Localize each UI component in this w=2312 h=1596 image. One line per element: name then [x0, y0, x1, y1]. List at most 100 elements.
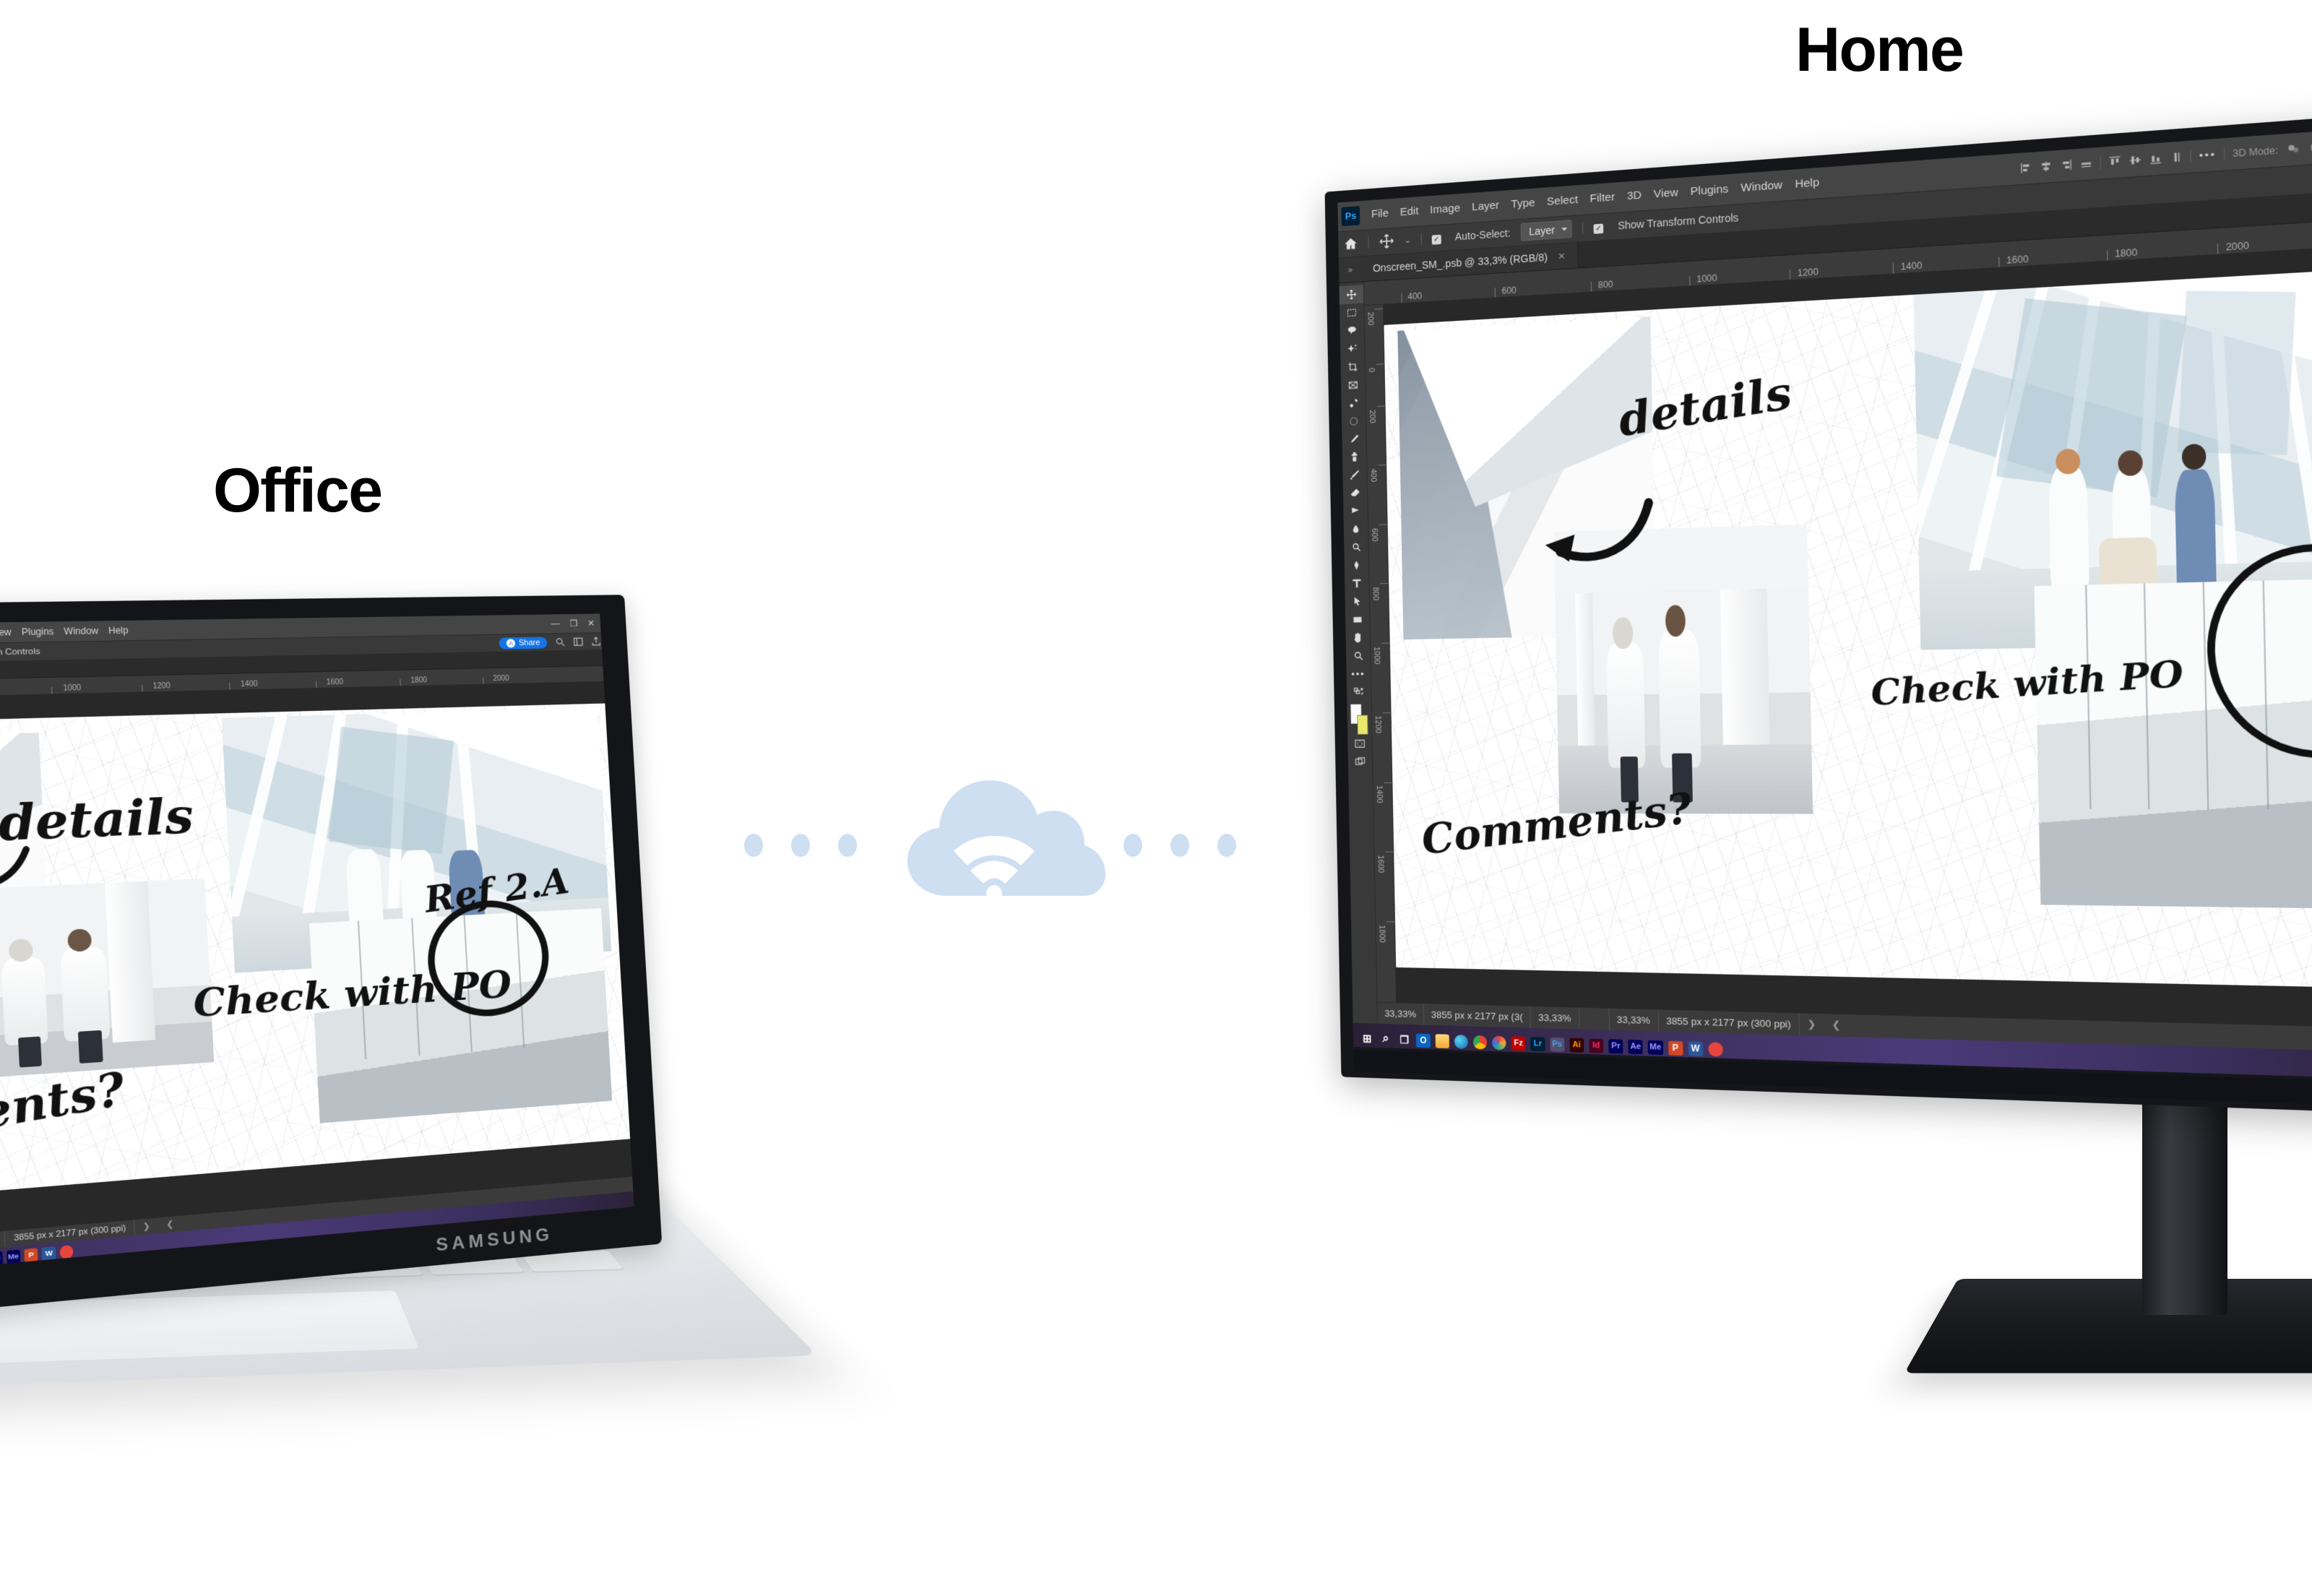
menu-item-select[interactable]: Select [1547, 194, 1578, 209]
powerpoint-icon[interactable]: P [24, 1248, 39, 1263]
zoom-level-right[interactable]: 33,33% [1609, 1008, 1659, 1032]
chrome-icon[interactable] [1472, 1035, 1488, 1050]
menu-item-file[interactable]: File [1371, 207, 1389, 221]
menu-item-filter[interactable]: Filter [1590, 191, 1615, 205]
prev-arrow-icon[interactable]: ❮ [158, 1219, 182, 1231]
rectangle-tool[interactable] [1345, 611, 1369, 629]
snipping-tool-icon[interactable] [59, 1245, 74, 1259]
menu-item-3d[interactable]: 3D [1627, 189, 1642, 203]
menu-item-image[interactable]: Image [1430, 202, 1460, 217]
more-options-icon[interactable]: ••• [2199, 149, 2217, 162]
start-button[interactable]: ⊞ [1360, 1032, 1374, 1046]
move-tool[interactable] [1339, 285, 1363, 305]
snipping-tool-icon[interactable] [1708, 1041, 1723, 1057]
share-button[interactable]: A Share [499, 636, 548, 650]
menu-item-view[interactable]: View [1654, 186, 1678, 201]
home-icon[interactable] [1343, 236, 1358, 251]
crop-tool[interactable] [1340, 357, 1364, 376]
eraser-tool[interactable] [1343, 484, 1367, 503]
tool-preset-chevron-icon[interactable]: ⌄ [1404, 235, 1410, 245]
frame-tool[interactable] [1341, 375, 1365, 394]
edge-icon[interactable] [1454, 1034, 1469, 1049]
workspace-icon[interactable] [572, 637, 584, 647]
aftereffects-icon[interactable]: Ae [1628, 1039, 1644, 1055]
word-icon[interactable]: W [41, 1246, 56, 1261]
align-top-icon[interactable] [2109, 155, 2122, 168]
menu-item-help[interactable]: Help [1795, 176, 1819, 191]
pen-tool[interactable] [1345, 556, 1368, 575]
premiere-icon[interactable]: Pr [1608, 1038, 1623, 1054]
menu-item-plugins[interactable]: Plugins [22, 626, 54, 638]
blur-tool[interactable] [1344, 520, 1368, 539]
close-button[interactable]: ✕ [587, 618, 595, 629]
edit-toolbar-icon[interactable]: ••• [1346, 665, 1370, 683]
document-size-right[interactable]: 3855 px x 2177 px (300 ppi) [1658, 1009, 1800, 1036]
menu-item-plugins[interactable]: Plugins [1691, 183, 1729, 198]
search-icon[interactable] [554, 637, 566, 647]
photoshop-icon[interactable]: Ps [1550, 1037, 1565, 1052]
zoom-level-left[interactable]: 33,33% [1377, 1002, 1425, 1025]
task-view-button[interactable]: ❐ [1397, 1032, 1411, 1047]
gradient-tool[interactable] [1343, 502, 1367, 521]
artboard[interactable]: details Check with PO Comments? [1384, 267, 2312, 989]
zoom-tool[interactable] [1346, 647, 1370, 665]
menu-item-layer[interactable]: Layer [1472, 199, 1499, 214]
distribute-vertical-icon[interactable] [2170, 151, 2183, 164]
creative-cloud-icon[interactable] [1492, 1035, 1506, 1051]
brush-tool[interactable] [1342, 429, 1366, 448]
next-arrow-icon[interactable]: ❯ [134, 1220, 158, 1233]
restore-button[interactable]: ❐ [569, 618, 577, 629]
search-button[interactable]: ⌕ [1379, 1032, 1392, 1047]
illustrator-icon[interactable]: Ai [1569, 1038, 1584, 1053]
canvas-viewport[interactable]: details Check with PO Comments? [1383, 243, 2312, 1028]
swap-colors-icon[interactable] [1347, 683, 1371, 701]
menu-item-window[interactable]: Window [64, 626, 98, 637]
orbit-3d-icon[interactable] [2286, 142, 2301, 156]
mediaencoder-icon[interactable]: Me [1648, 1040, 1663, 1056]
hand-tool[interactable] [1345, 629, 1369, 647]
auto-select-checkbox[interactable]: ✓ [1431, 231, 1444, 245]
menu-item-type[interactable]: Type [1511, 197, 1535, 211]
canvas-viewport[interactable]: details Check with PO Comments? Ref 2.A [0, 681, 633, 1251]
doctors-walking-photo[interactable] [0, 878, 214, 1080]
document-size-left[interactable]: 3855 px x 2177 px (3( [1423, 1003, 1532, 1029]
panel-toggle-icon[interactable]: » [1338, 256, 1362, 283]
roll-3d-icon[interactable] [2308, 140, 2312, 155]
path-selection-tool[interactable] [1345, 592, 1369, 611]
align-middle-icon[interactable] [2129, 154, 2142, 167]
outlook-icon[interactable]: O [1416, 1033, 1431, 1048]
lasso-tool[interactable] [1340, 321, 1363, 340]
next-arrow-icon[interactable]: ❯ [1800, 1018, 1824, 1031]
menu-item-help[interactable]: Help [108, 625, 129, 636]
clone-stamp-tool[interactable] [1342, 447, 1366, 466]
type-tool[interactable] [1345, 574, 1368, 593]
eyedropper-tool[interactable] [1341, 393, 1365, 413]
menu-item-edit[interactable]: Edit [1400, 205, 1419, 219]
menu-item-window[interactable]: Window [1741, 179, 1782, 195]
spot-healing-brush-tool[interactable] [1342, 411, 1366, 430]
dodge-tool[interactable] [1344, 538, 1368, 557]
zoom-level-mid[interactable]: 33,33% [1530, 1006, 1580, 1030]
distribute-horizontal-icon[interactable] [2080, 158, 2093, 171]
menu-item-view[interactable]: View [0, 627, 12, 638]
color-swatches[interactable] [1350, 704, 1368, 736]
artboard[interactable]: details Check with PO Comments? Ref 2.A [0, 703, 631, 1210]
align-bottom-icon[interactable] [2149, 152, 2162, 165]
screen-mode-icon[interactable] [1348, 753, 1372, 771]
align-left-icon[interactable] [2020, 162, 2033, 174]
filezilla-icon[interactable]: Fz [1511, 1035, 1526, 1051]
powerpoint-icon[interactable]: P [1668, 1040, 1683, 1056]
history-brush-tool[interactable] [1342, 465, 1366, 484]
show-transform-checkbox[interactable]: ✓ [1593, 220, 1608, 234]
laptop-trackpad[interactable] [0, 1290, 420, 1365]
align-center-horizontal-icon[interactable] [2040, 160, 2053, 173]
background-color-swatch[interactable] [1356, 715, 1368, 736]
rectangular-marquee-tool[interactable] [1340, 303, 1363, 322]
object-selection-tool[interactable] [1340, 339, 1364, 358]
file-explorer-icon[interactable] [1435, 1033, 1449, 1048]
prev-arrow-icon[interactable]: ❮ [1824, 1019, 1848, 1032]
minimize-button[interactable]: — [551, 618, 560, 629]
mediaencoder-icon[interactable]: Me [6, 1249, 21, 1264]
indesign-icon[interactable]: Id [1589, 1038, 1604, 1053]
quick-mask-icon[interactable] [1347, 735, 1371, 753]
